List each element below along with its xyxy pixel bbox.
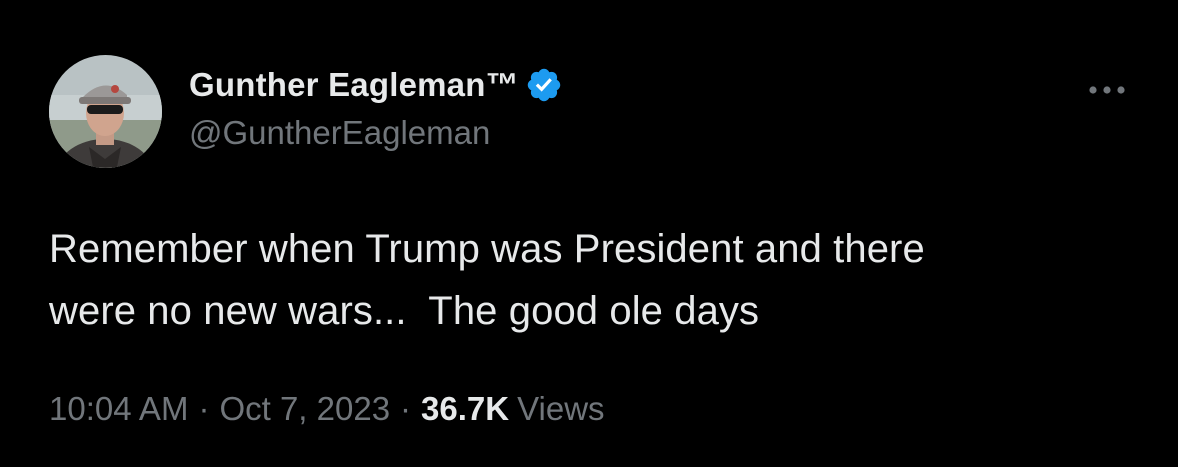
display-name[interactable]: Gunther Eagleman™ <box>189 66 519 104</box>
more-options-icon[interactable] <box>1082 70 1132 110</box>
author-block: Gunther Eagleman™ @GuntherEagleman <box>189 60 563 152</box>
meta-separator: · <box>400 390 412 427</box>
views-label: Views <box>517 390 605 427</box>
tweet-metadata: 10:04 AM · Oct 7, 2023 · 36.7K Views <box>49 390 605 428</box>
views-count[interactable]: 36.7K <box>421 390 509 428</box>
tweet-time[interactable]: 10:04 AM <box>49 390 188 428</box>
tweet-date[interactable]: Oct 7, 2023 <box>219 390 390 428</box>
name-row: Gunther Eagleman™ <box>189 60 563 110</box>
tweet-text: Remember when Trump was President and th… <box>49 227 925 333</box>
meta-separator: · <box>198 390 210 427</box>
handle[interactable]: @GuntherEagleman <box>189 114 563 152</box>
verified-badge-icon[interactable] <box>525 66 563 104</box>
avatar[interactable] <box>49 55 162 168</box>
tweet-card: Gunther Eagleman™ @GuntherEagleman Remem… <box>0 0 1178 467</box>
profile-photo-icon <box>49 55 162 168</box>
